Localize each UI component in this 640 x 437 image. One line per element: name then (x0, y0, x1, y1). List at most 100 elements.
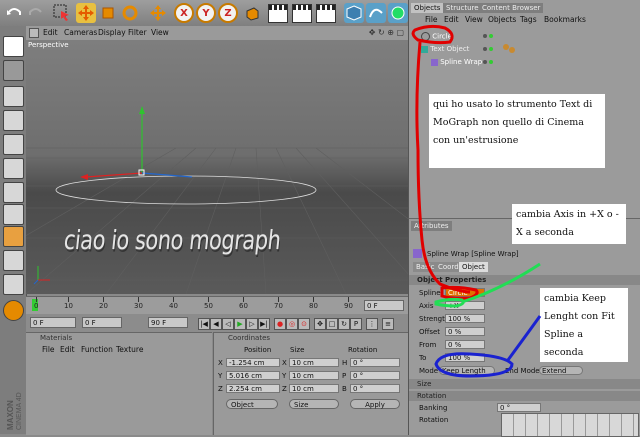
menu-display[interactable]: Display (98, 28, 126, 37)
current-frame-field[interactable]: 0 F (30, 317, 76, 328)
animation-mode-icon[interactable] (3, 226, 24, 247)
viewport-3d[interactable]: Perspective ciao io sono mograph (26, 40, 408, 294)
size-z-field[interactable]: 10 cm (289, 384, 339, 393)
menu-filter[interactable]: Filter (128, 28, 147, 37)
rotation-section[interactable]: Rotation (409, 391, 640, 401)
rotation-key-icon[interactable]: ↻ (338, 318, 350, 330)
strength-field[interactable]: 100 % (445, 314, 485, 323)
materials-menu-edit[interactable]: Edit (60, 345, 75, 354)
cube-primitive-icon[interactable] (344, 3, 364, 23)
model-mode-icon[interactable] (3, 36, 24, 57)
offset-field[interactable]: 0 % (445, 327, 485, 336)
start-frame-field[interactable]: 0 F (82, 317, 122, 328)
goto-start-icon[interactable]: |◀ (198, 318, 210, 330)
visibility-dot[interactable] (489, 47, 493, 51)
texture-mode-icon[interactable] (3, 204, 24, 225)
timeline-end-field[interactable]: 0 F (364, 300, 404, 311)
select-arrow-icon[interactable] (52, 3, 72, 23)
banking-field[interactable]: 0 ° (497, 403, 541, 412)
objects-menu-file[interactable]: File (425, 15, 438, 24)
redo-icon[interactable] (26, 3, 46, 23)
points-mode-icon[interactable] (3, 86, 24, 107)
size-y-field[interactable]: 10 cm (289, 371, 339, 380)
size-section[interactable]: Size (409, 379, 640, 389)
rot-p-field[interactable]: 0 ° (350, 371, 400, 380)
visibility-dot[interactable] (483, 34, 487, 38)
mograph-tag-icon[interactable] (509, 47, 515, 53)
menu-view[interactable]: View (151, 28, 169, 37)
tab-objects[interactable]: Objects (411, 3, 444, 13)
timeline-ruler[interactable]: 0 10 20 30 40 50 60 70 80 90 0 F (26, 296, 408, 315)
position-key-icon[interactable]: ✥ (314, 318, 326, 330)
workplane-icon[interactable] (3, 274, 24, 295)
play-icon[interactable]: ▶ (234, 318, 246, 330)
axis-dropdown[interactable]: +X (445, 301, 485, 310)
viewport-nav-icons[interactable]: ✥ ↻ ⊕ ▢ (369, 28, 404, 37)
mograph-text-object[interactable]: ciao io sono mograph (62, 225, 282, 255)
x-axis-lock-button[interactable]: X (174, 3, 194, 23)
nurbs-icon[interactable] (388, 3, 408, 23)
tab-attributes[interactable]: Attributes (411, 221, 452, 231)
object-properties-section[interactable]: Object Properties (409, 275, 640, 285)
rotate-tool-icon[interactable] (120, 3, 140, 23)
rotation-curve-graph[interactable] (501, 413, 639, 437)
pla-key-icon[interactable]: ⋮ (366, 318, 378, 330)
to-field[interactable]: 100 % (445, 353, 485, 362)
pos-z-field[interactable]: 2.254 cm (226, 384, 280, 393)
from-field[interactable]: 0 % (445, 340, 485, 349)
spline-icon[interactable] (366, 3, 386, 23)
pos-x-field[interactable]: -1.254 cm (226, 358, 280, 367)
subtab-basic[interactable]: Basic (413, 262, 438, 272)
size-x-field[interactable]: 10 cm (289, 358, 339, 367)
coordinate-mode-dropdown[interactable]: Object (226, 399, 278, 409)
rot-b-field[interactable]: 0 ° (350, 384, 400, 393)
object-row-spline-wrap[interactable]: Spline Wrap (431, 58, 482, 66)
end-mode-dropdown[interactable]: Extend (539, 366, 583, 375)
visibility-dot[interactable] (483, 60, 487, 64)
render-view-icon[interactable] (268, 3, 288, 23)
mode-dropdown[interactable]: Keep Length (439, 366, 495, 375)
timeline-settings-icon[interactable]: ≡ (382, 318, 394, 330)
keyframe-selection-icon[interactable]: ⊙ (298, 318, 310, 330)
materials-menu-file[interactable]: File (42, 345, 55, 354)
scale-tool-icon[interactable] (98, 3, 118, 23)
move-axis-icon[interactable] (148, 3, 168, 23)
polygons-mode-icon[interactable] (3, 134, 24, 155)
tweak-mode-icon[interactable] (3, 182, 24, 203)
prev-key-icon[interactable]: ◀ (210, 318, 222, 330)
y-axis-lock-button[interactable]: Y (196, 3, 216, 23)
menu-edit[interactable]: Edit (43, 28, 58, 37)
parameter-key-icon[interactable]: P (350, 318, 362, 330)
apply-button[interactable]: Apply (350, 399, 400, 409)
objects-menu-edit[interactable]: Edit (444, 15, 459, 24)
prev-frame-icon[interactable]: ◁ (222, 318, 234, 330)
pos-y-field[interactable]: 5.016 cm (226, 371, 280, 380)
menu-cameras[interactable]: Cameras (64, 28, 97, 37)
tab-structure[interactable]: Structure (443, 3, 482, 13)
edges-mode-icon[interactable] (3, 110, 24, 131)
render-settings-icon[interactable] (316, 3, 336, 23)
z-axis-lock-button[interactable]: Z (218, 3, 238, 23)
objects-menu-view[interactable]: View (465, 15, 483, 24)
scale-key-icon[interactable]: □ (326, 318, 338, 330)
object-mode-icon[interactable] (3, 60, 24, 81)
spline-link-field[interactable]: Circle (445, 288, 485, 297)
sculpt-icon[interactable] (3, 300, 24, 321)
end-frame-field[interactable]: 90 F (148, 317, 188, 328)
object-row-circle[interactable]: Circle (421, 32, 452, 41)
size-mode-dropdown[interactable]: Size (289, 399, 339, 409)
undo-icon[interactable] (4, 3, 24, 23)
tab-content-browser[interactable]: Content Browser (479, 3, 544, 13)
viewport-grip-icon[interactable] (29, 28, 39, 38)
visibility-dot[interactable] (483, 47, 487, 51)
next-frame-icon[interactable]: ▷ (246, 318, 258, 330)
visibility-dot[interactable] (489, 60, 493, 64)
autokey-icon[interactable]: ◎ (286, 318, 298, 330)
objects-menu-tags[interactable]: Tags (520, 15, 537, 24)
rot-h-field[interactable]: 0 ° (350, 358, 400, 367)
goto-end-icon[interactable]: ▶| (258, 318, 270, 330)
world-coordinates-icon[interactable] (242, 3, 262, 23)
objects-menu-bookmarks[interactable]: Bookmarks (544, 15, 586, 24)
materials-menu-function[interactable]: Function (81, 345, 113, 354)
snapping-icon[interactable] (3, 250, 24, 271)
